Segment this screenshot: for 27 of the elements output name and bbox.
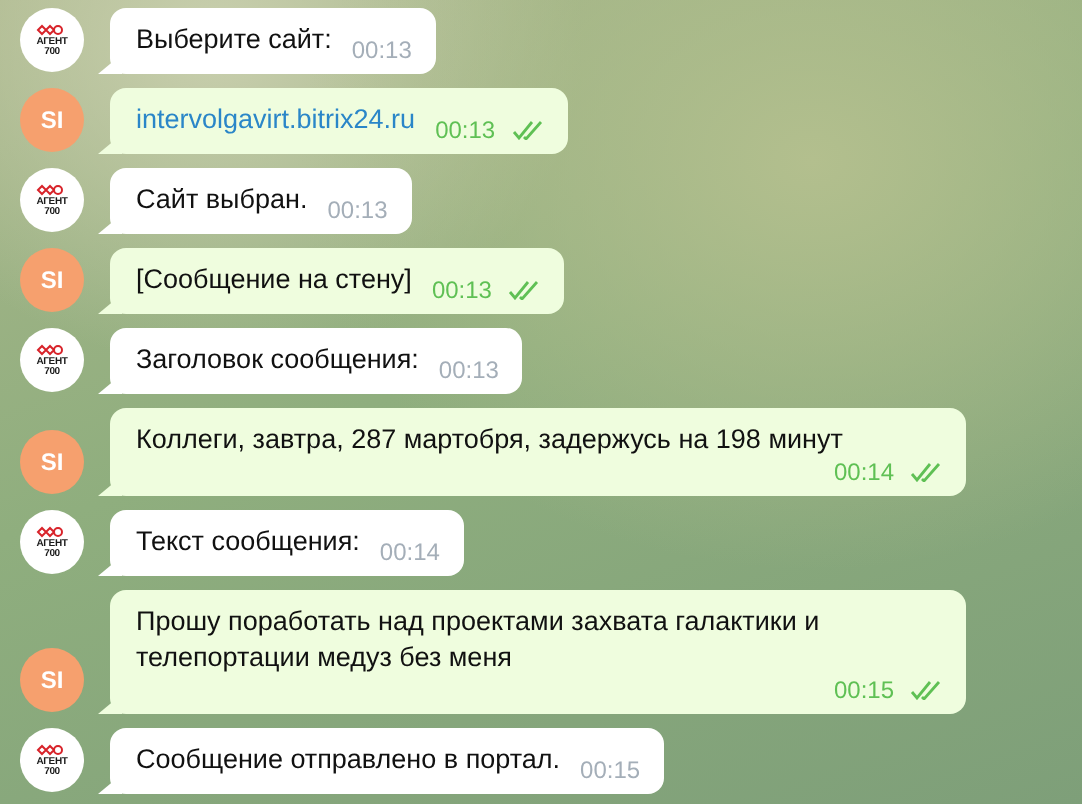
avatar-text: SI <box>40 106 64 134</box>
logo-icon <box>36 343 68 357</box>
avatar-text: SI <box>40 266 64 294</box>
message-time: 00:13 <box>438 356 499 384</box>
message-text: Сайт выбран. <box>136 182 308 218</box>
logo-icon <box>36 23 68 37</box>
logo-icon <box>36 743 68 757</box>
message-time: 00:15 <box>833 676 894 704</box>
message-text: Выберите сайт: <box>136 22 332 58</box>
message-text: [Сообщение на стену] <box>136 262 412 298</box>
logo-icon <box>36 525 68 539</box>
message-time: 00:13 <box>435 116 496 144</box>
avatar-text: SI <box>40 448 64 476</box>
message-text: Текст сообщения: <box>136 524 360 560</box>
message-time: 00:15 <box>580 756 641 784</box>
logo-icon <box>36 183 68 197</box>
message-text: Сообщение отправлено в портал. <box>136 742 561 778</box>
message-text: Прошу поработать над проектами захвата галактики и телепортации медуз без меня <box>136 604 822 676</box>
message-text: Заголовок сообщения: <box>136 342 419 378</box>
message-time: 00:13 <box>351 36 412 64</box>
avatar-text: SI <box>40 666 64 694</box>
message-text: Коллеги, завтра, 287 мартобря, задержусь на 198 минут <box>136 422 843 458</box>
message-time: 00:13 <box>431 276 492 304</box>
message-time: 00:14 <box>379 538 440 566</box>
message-time: 00:13 <box>327 196 388 224</box>
message-link[interactable]: intervolgavirt.bitrix24.ru <box>136 102 416 144</box>
message-time: 00:14 <box>833 458 894 486</box>
